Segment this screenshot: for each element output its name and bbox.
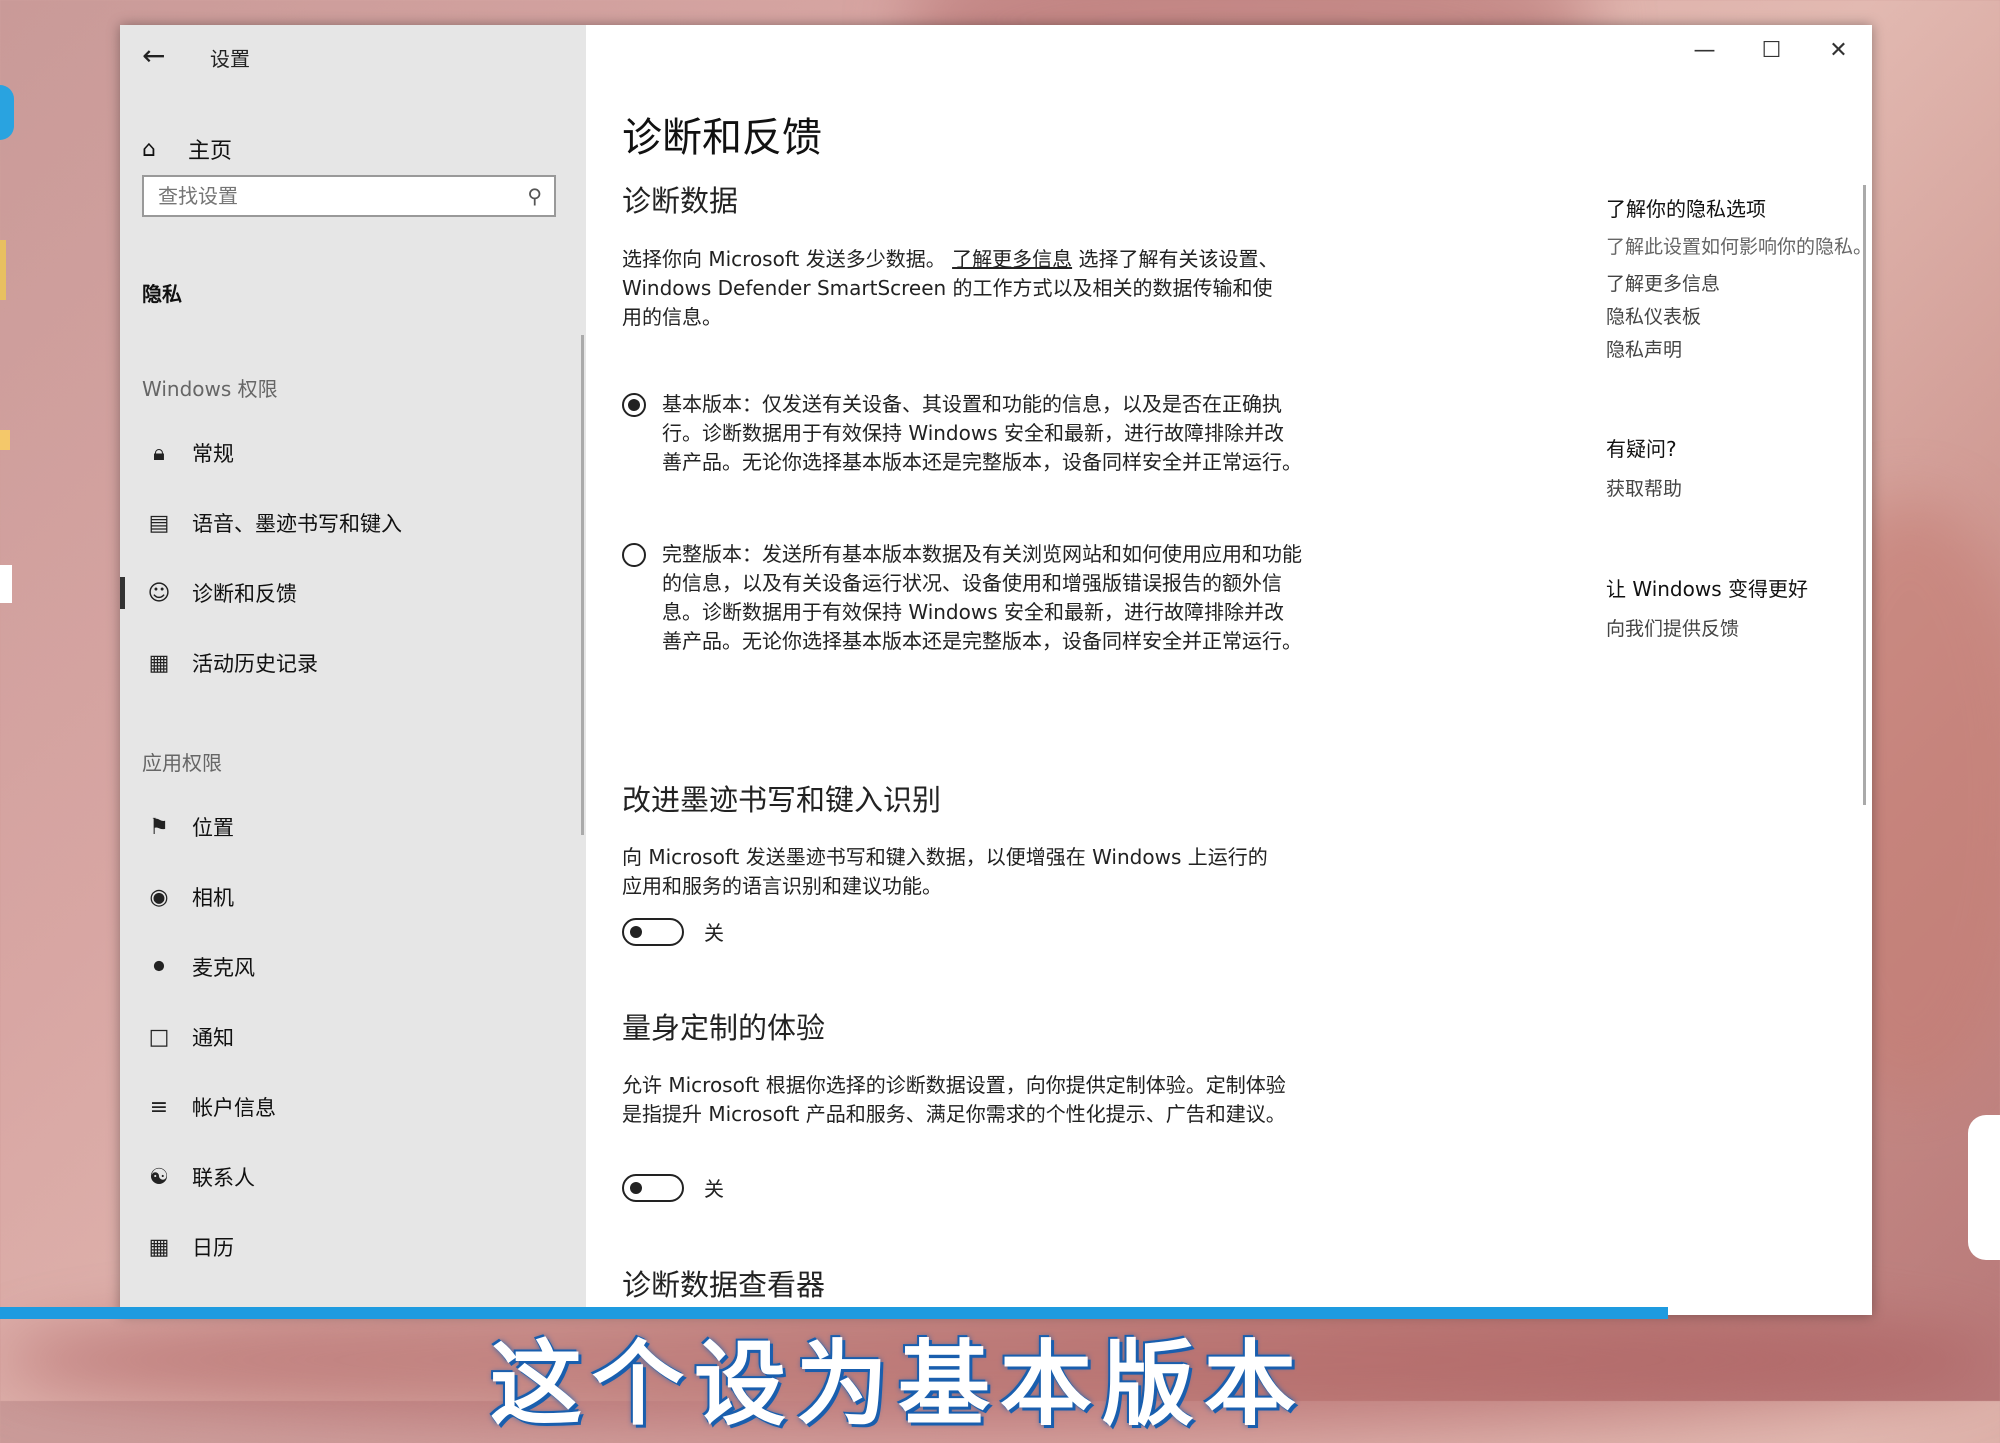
ink-toggle[interactable] (622, 917, 684, 946)
tailored-toggle[interactable] (622, 1173, 684, 1202)
sidebar-item-label: 联系人 (192, 1166, 255, 1190)
settings-window: ← 设置 ⌂ 主页 ⚲ 隐私 Windows 权限 🔒︎ 常规 ▤ 语音、墨迹书… (120, 25, 1872, 1315)
diagnostic-data-heading: 诊断数据 (622, 184, 739, 218)
close-button[interactable]: ✕ (1805, 25, 1872, 75)
sidebar-item-label: 位置 (192, 816, 234, 840)
timeline-icon: ▦ (148, 650, 170, 676)
search-input[interactable] (156, 183, 528, 209)
minimize-button[interactable]: — (1671, 25, 1738, 75)
diagnostic-viewer-heading: 诊断数据查看器 (622, 1268, 826, 1302)
get-help-link[interactable]: 获取帮助 (1606, 474, 1872, 501)
full-radio-label: 完整版本：发送所有基本版本数据及有关浏览网站和如何使用应用和功能的信息，以及有关… (662, 542, 1302, 653)
tailored-heading: 量身定制的体验 (622, 1011, 826, 1045)
privacy-statement-link[interactable]: 隐私声明 (1606, 335, 1872, 362)
sidebar-item-label: 诊断和反馈 (192, 582, 297, 606)
lock-icon: 🔒︎ (153, 440, 165, 466)
sidebar-item-diagnostics[interactable]: ☺ 诊断和反馈 (120, 565, 586, 621)
ink-description: 向 Microsoft 发送墨迹书写和键入数据，以便增强在 Windows 上运… (622, 845, 1268, 898)
sidebar-item-calendar[interactable]: ▦ 日历 (120, 1219, 586, 1275)
sidebar-item-contacts[interactable]: ☯ 联系人 (120, 1149, 586, 1205)
sidebar-item-label: 日历 (192, 1236, 234, 1260)
sidebar-item-camera[interactable]: ◉ 相机 (120, 869, 586, 925)
sidebar-item-speech[interactable]: ▤ 语音、墨迹书写和键入 (120, 495, 586, 551)
desktop-icon[interactable] (0, 430, 10, 450)
search-box[interactable]: ⚲ (142, 175, 556, 217)
main-scrollbar[interactable] (1863, 185, 1866, 805)
window-title: 设置 (210, 47, 250, 71)
video-caption: 这个设为基本版本 (490, 1331, 1307, 1438)
clipboard-icon: ▤ (148, 510, 170, 536)
window-controls: — ☐ ✕ (1671, 25, 1872, 75)
privacy-dashboard-link[interactable]: 隐私仪表板 (1606, 302, 1872, 329)
sidebar-item-home[interactable]: ⌂ 主页 (142, 133, 232, 165)
calendar-icon: ▦ (148, 1234, 170, 1260)
desktop-icon[interactable] (0, 565, 12, 603)
basic-radio[interactable] (622, 393, 646, 417)
search-icon[interactable]: ⚲ (527, 184, 542, 208)
group-title-windows-permissions: Windows 权限 (142, 377, 278, 401)
main-content: — ☐ ✕ 诊断和反馈 诊断数据 选择你向 Microsoft 发送多少数据。 … (586, 25, 1872, 1315)
ink-toggle-row: 关 (622, 917, 724, 946)
tailored-toggle-label: 关 (704, 1177, 724, 1201)
desktop-icon[interactable] (0, 240, 6, 300)
sidebar-item-account-info[interactable]: ≡ 帐户信息 (120, 1079, 586, 1135)
radio-option-full[interactable]: 完整版本：发送所有基本版本数据及有关浏览网站和如何使用应用和功能的信息，以及有关… (622, 540, 1302, 656)
sidebar-item-label: 相机 (192, 886, 234, 910)
sidebar-scrollbar[interactable] (581, 335, 584, 835)
help-panel: 有疑问? 获取帮助 (1606, 433, 1872, 501)
back-arrow-icon[interactable]: ← (142, 39, 165, 72)
sidebar-item-notifications[interactable]: □ 通知 (120, 1009, 586, 1065)
sidebar-item-activity-history[interactable]: ▦ 活动历史记录 (120, 635, 586, 691)
camera-icon: ◉ (149, 884, 169, 910)
give-feedback-link[interactable]: 向我们提供反馈 (1606, 614, 1872, 641)
basic-radio-label: 基本版本：仅发送有关设备、其设置和功能的信息，以及是否在正确执行。诊断数据用于有… (662, 392, 1302, 474)
radio-option-basic[interactable]: 基本版本：仅发送有关设备、其设置和功能的信息，以及是否在正确执行。诊断数据用于有… (622, 390, 1302, 477)
home-label: 主页 (188, 139, 233, 164)
group-title-app-permissions: 应用权限 (142, 751, 222, 775)
help-heading: 有疑问? (1606, 437, 1677, 461)
tailored-toggle-row: 关 (622, 1173, 724, 1202)
diagnostic-data-description: 选择你向 Microsoft 发送多少数据。 了解更多信息 选择了解有关该设置、… (622, 245, 1287, 332)
learn-more-link[interactable]: 了解更多信息 (952, 247, 1072, 271)
sidebar-item-label: 活动历史记录 (192, 652, 318, 676)
sidebar-item-label: 常规 (192, 442, 234, 466)
sidebar-item-general[interactable]: 🔒︎ 常规 (120, 425, 586, 481)
full-radio[interactable] (622, 543, 646, 567)
ink-heading: 改进墨迹书写和键入识别 (622, 783, 942, 817)
sidebar-item-label: 语音、墨迹书写和键入 (192, 512, 402, 536)
side-widget (1968, 1115, 2000, 1260)
sidebar-item-label: 帐户信息 (192, 1096, 276, 1120)
tailored-description: 允许 Microsoft 根据你选择的诊断数据设置，向你提供定制体验。定制体验是… (622, 1073, 1286, 1126)
privacy-options-subtitle: 了解此设置如何影响你的隐私。 (1606, 236, 1872, 258)
sidebar-item-label: 通知 (192, 1026, 234, 1050)
learn-more-side-link[interactable]: 了解更多信息 (1606, 269, 1872, 296)
feedback-icon: ☺ (147, 580, 171, 606)
home-icon: ⌂ (142, 136, 156, 162)
sidebar-item-label: 麦克风 (192, 956, 255, 980)
sidebar-item-microphone[interactable]: ⚫ 麦克风 (120, 939, 586, 995)
contacts-icon: ☯ (149, 1164, 169, 1190)
desktop-icon[interactable] (0, 85, 14, 140)
page-title: 诊断和反馈 (622, 115, 822, 161)
section-title: 隐私 (142, 282, 182, 306)
location-icon: ⚑ (149, 814, 169, 840)
notification-icon: □ (148, 1024, 170, 1050)
account-info-icon: ≡ (149, 1094, 169, 1120)
feedback-heading: 让 Windows 变得更好 (1606, 577, 1808, 601)
maximize-button[interactable]: ☐ (1738, 25, 1805, 75)
privacy-options-panel: 了解你的隐私选项 了解此设置如何影响你的隐私。 了解更多信息 隐私仪表板 隐私声… (1606, 193, 1872, 362)
title-bar: ← 设置 (120, 25, 586, 95)
privacy-options-heading: 了解你的隐私选项 (1606, 197, 1766, 221)
description-text: 选择你向 Microsoft 发送多少数据。 (622, 247, 946, 271)
feedback-panel: 让 Windows 变得更好 向我们提供反馈 (1606, 573, 1872, 641)
sidebar: ← 设置 ⌂ 主页 ⚲ 隐私 Windows 权限 🔒︎ 常规 ▤ 语音、墨迹书… (120, 25, 586, 1315)
sidebar-item-location[interactable]: ⚑ 位置 (120, 799, 586, 855)
ink-toggle-label: 关 (704, 921, 724, 945)
microphone-icon: ⚫ (149, 954, 169, 980)
